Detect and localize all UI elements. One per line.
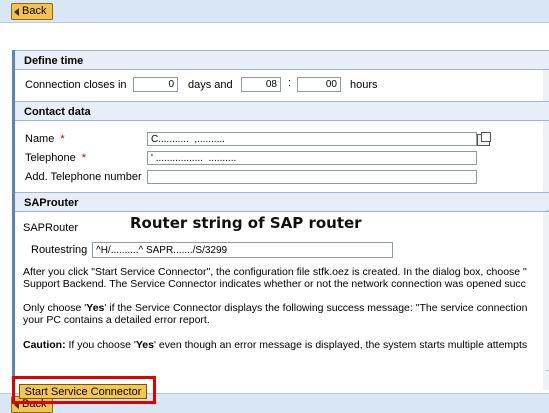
info-paragraph-2: Only choose 'Yes' if the Service Connect…	[23, 302, 528, 326]
router-string-annotation: Router string of SAP router	[130, 214, 362, 232]
define-time-header: Define time	[15, 50, 549, 70]
days-input[interactable]	[133, 77, 178, 92]
info-paragraph-1: After you click "Start Service Connector…	[23, 266, 527, 290]
required-mark: *	[60, 133, 65, 145]
minutes-input[interactable]	[297, 77, 341, 92]
days-and-label: days and	[188, 79, 233, 91]
name-label: Name *	[25, 133, 65, 145]
saprouter-header: SAProuter	[15, 192, 549, 212]
hours-input[interactable]	[241, 77, 281, 92]
name-field[interactable]	[147, 132, 477, 146]
value-help-icon[interactable]	[477, 132, 491, 146]
routestring-field[interactable]	[92, 242, 393, 258]
hours-label: hours	[350, 79, 378, 91]
back-label: Back	[22, 5, 47, 17]
telephone-label: Telephone *	[25, 152, 87, 164]
top-toolbar: Back	[0, 0, 549, 23]
back-arrow-icon	[14, 7, 19, 16]
connection-closes-label: Connection closes in	[25, 79, 127, 91]
add-telephone-field[interactable]	[147, 170, 477, 184]
highlight-box	[12, 376, 156, 404]
time-separator: :	[288, 77, 292, 89]
contact-data-header: Contact data	[15, 101, 549, 121]
back-button[interactable]: Back	[11, 3, 54, 20]
telephone-field[interactable]	[147, 151, 477, 165]
add-telephone-label: Add. Telephone number	[25, 171, 142, 183]
scrollbar-divider	[545, 370, 549, 371]
saprouter-label: SAPRouter	[23, 222, 79, 234]
scrollbar-divider	[545, 210, 549, 211]
required-mark: *	[81, 152, 87, 164]
caution-paragraph: Caution: If you choose 'Yes' even though…	[23, 339, 528, 351]
routestring-label: Routestring	[31, 244, 88, 256]
